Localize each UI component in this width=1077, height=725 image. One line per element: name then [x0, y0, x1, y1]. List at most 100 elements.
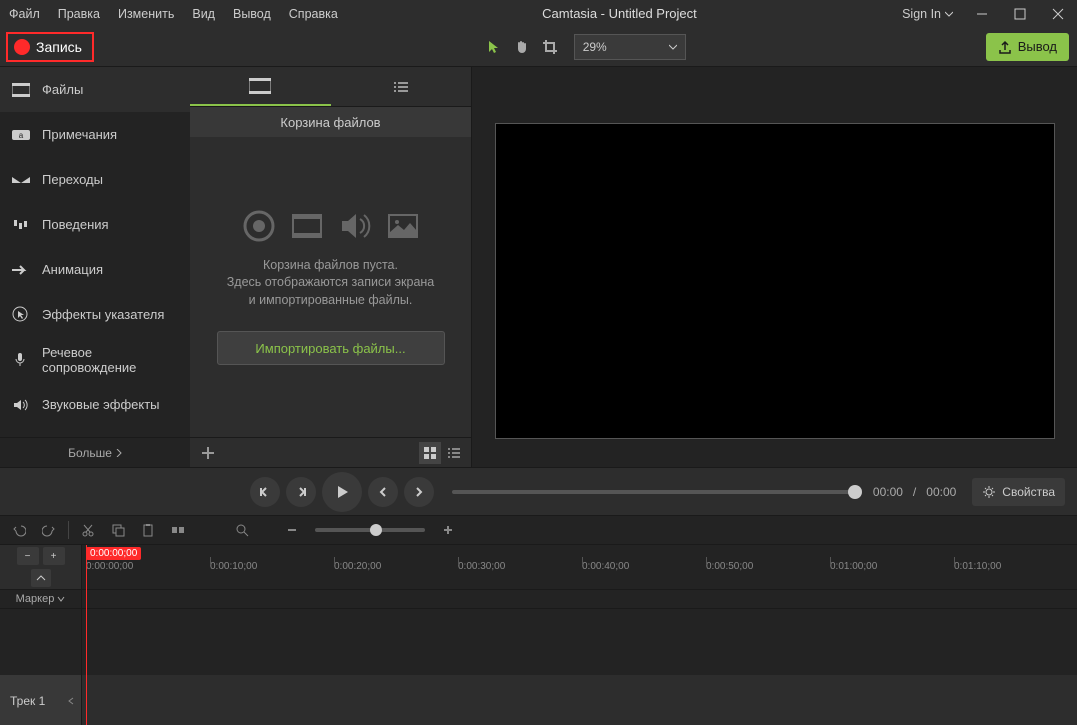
bin-footer: [190, 437, 471, 467]
window-minimize-button[interactable]: [963, 0, 1001, 27]
seek-bar[interactable]: [452, 490, 855, 494]
add-media-button[interactable]: [196, 441, 220, 465]
svg-text:a: a: [19, 131, 24, 140]
image-icon: [386, 209, 420, 243]
import-media-button[interactable]: Импортировать файлы...: [217, 331, 445, 365]
chevron-left-icon: [67, 697, 75, 705]
sidebar-item-behaviors[interactable]: Поведения: [0, 202, 190, 247]
preview-canvas[interactable]: [495, 123, 1055, 439]
record-label: Запись: [36, 39, 82, 55]
sidebar-item-animations[interactable]: Анимация: [0, 247, 190, 292]
bin-tab-library[interactable]: [331, 67, 472, 106]
bin-title: Корзина файлов: [190, 107, 471, 137]
ruler-tick: 0:00:30;00: [458, 561, 505, 572]
speaker-icon: [338, 209, 372, 243]
sign-in-label: Sign In: [902, 7, 941, 21]
track-1[interactable]: Трек 1: [0, 675, 1077, 725]
window-close-button[interactable]: [1039, 0, 1077, 27]
empty-line2: Здесь отображаются записи экрана: [227, 274, 435, 292]
menu-view[interactable]: Вид: [183, 7, 224, 21]
properties-button[interactable]: Свойства: [972, 478, 1065, 506]
time-total: 00:00: [926, 485, 956, 499]
gear-icon: [982, 485, 996, 499]
ruler-tick: 0:01:00;00: [830, 561, 877, 572]
sidebar-item-audio-effects[interactable]: Звуковые эффекты: [0, 382, 190, 427]
zoom-value: 29%: [583, 40, 607, 54]
ruler-tick: 0:00:10;00: [210, 561, 257, 572]
sidebar-item-cursor-effects[interactable]: Эффекты указателя: [0, 292, 190, 337]
toolbar: Запись 29% Вывод: [0, 27, 1077, 67]
playhead-line[interactable]: [86, 545, 87, 725]
canvas-area: [472, 67, 1077, 467]
properties-label: Свойства: [1002, 485, 1055, 499]
marker-label: Маркер: [0, 590, 82, 608]
sidebar-item-annotations[interactable]: a Примечания: [0, 112, 190, 157]
filmstrip-icon: [249, 78, 271, 94]
timeline-header: − + 0:00:00;00 0:00:00;00 0:00:10;00 0:0…: [0, 545, 1077, 589]
playback-bar: 00:00 / 00:00 Свойства: [0, 467, 1077, 515]
sidebar-label: Файлы: [42, 82, 83, 97]
cut-button[interactable]: [77, 519, 99, 541]
next-frame-button[interactable]: [286, 477, 316, 507]
sidebar-label: Переходы: [42, 172, 103, 187]
bin-tab-media[interactable]: [190, 67, 331, 106]
menu-edit[interactable]: Правка: [49, 7, 109, 21]
timeline-zoom-slider[interactable]: [315, 528, 425, 532]
sidebar: Файлы a Примечания Переходы Поведения Ан…: [0, 67, 190, 467]
track-lane[interactable]: [82, 675, 1077, 725]
sidebar-item-media[interactable]: Файлы: [0, 67, 190, 112]
menu-file[interactable]: Файл: [0, 7, 49, 21]
copy-button[interactable]: [107, 519, 129, 541]
redo-button[interactable]: [38, 519, 60, 541]
crop-tool[interactable]: [536, 33, 564, 61]
step-back-button[interactable]: [368, 477, 398, 507]
timeline-ruler[interactable]: 0:00:00;00 0:00:00;00 0:00:10;00 0:00:20…: [82, 545, 1077, 589]
menu-help[interactable]: Справка: [280, 7, 347, 21]
ruler-tick: 0:01:10;00: [954, 561, 1001, 572]
hand-tool[interactable]: [508, 33, 536, 61]
split-button[interactable]: [167, 519, 189, 541]
zoom-search-button[interactable]: [231, 519, 253, 541]
annotation-icon: a: [12, 126, 30, 144]
window-maximize-button[interactable]: [1001, 0, 1039, 27]
sidebar-item-voice[interactable]: Речевое сопровождение: [0, 337, 190, 382]
cursor-tool[interactable]: [480, 33, 508, 61]
track-minus-button[interactable]: −: [17, 547, 39, 565]
zoom-out-button[interactable]: [281, 519, 303, 541]
export-label: Вывод: [1018, 39, 1057, 54]
ruler-tick: 0:00:20;00: [334, 561, 381, 572]
sidebar-item-transitions[interactable]: Переходы: [0, 157, 190, 202]
chevron-down-icon: [945, 10, 953, 18]
paste-button[interactable]: [137, 519, 159, 541]
window-title: Camtasia - Untitled Project: [347, 6, 892, 21]
zoom-handle[interactable]: [370, 524, 382, 536]
track-plus-button[interactable]: +: [43, 547, 65, 565]
view-toggle: [419, 442, 465, 464]
export-button[interactable]: Вывод: [986, 33, 1069, 61]
play-button[interactable]: [322, 472, 362, 512]
sign-in-button[interactable]: Sign In: [892, 7, 963, 21]
menu-modify[interactable]: Изменить: [109, 7, 183, 21]
bin-tabs: [190, 67, 471, 107]
zoom-in-button[interactable]: [437, 519, 459, 541]
seek-handle[interactable]: [848, 485, 862, 499]
playhead-timecode: 0:00:00;00: [86, 547, 141, 560]
undo-button[interactable]: [8, 519, 30, 541]
step-forward-button[interactable]: [404, 477, 434, 507]
chevron-right-icon: [116, 449, 122, 457]
workspace: Файлы a Примечания Переходы Поведения Ан…: [0, 67, 1077, 467]
empty-icons: [242, 209, 420, 243]
microphone-icon: [12, 351, 30, 369]
grid-view-button[interactable]: [419, 442, 441, 464]
prev-frame-button[interactable]: [250, 477, 280, 507]
track-collapse-button[interactable]: [31, 569, 51, 587]
list-view-button[interactable]: [443, 442, 465, 464]
track-header[interactable]: Трек 1: [0, 675, 82, 725]
menu-share[interactable]: Вывод: [224, 7, 280, 21]
marker-track[interactable]: Маркер: [0, 589, 1077, 609]
sidebar-label: Эффекты указателя: [42, 307, 164, 322]
record-button[interactable]: Запись: [6, 32, 94, 62]
zoom-select[interactable]: 29%: [574, 34, 686, 60]
sidebar-more-button[interactable]: Больше: [0, 437, 190, 467]
ruler-tick: 0:00:00;00: [86, 561, 133, 572]
